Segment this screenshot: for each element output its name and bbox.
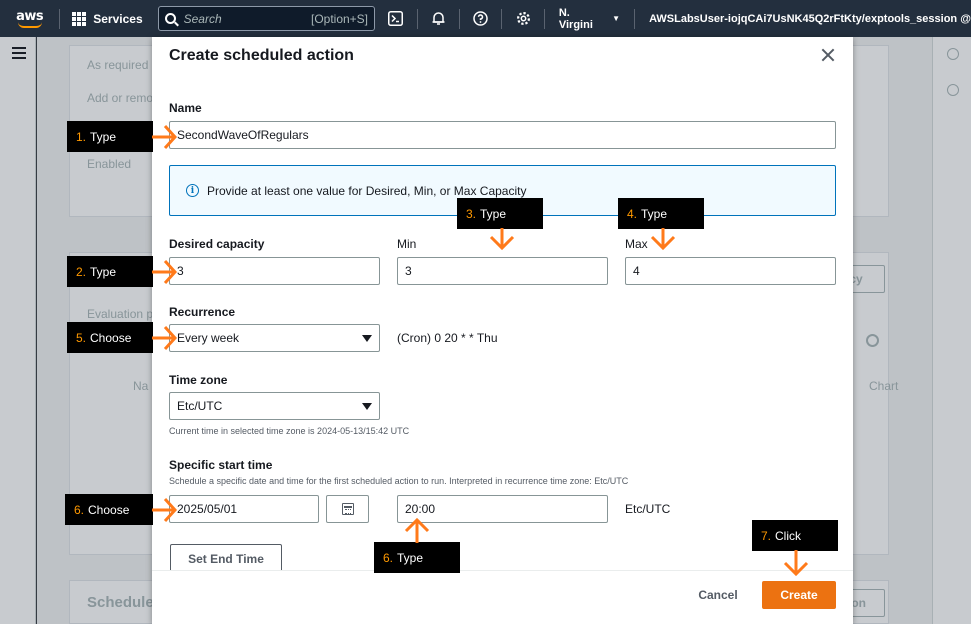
time-zone-hint: Current time in selected time zone is 20…: [169, 426, 410, 436]
aws-smile-icon: [17, 22, 42, 28]
caret-down-icon: [362, 334, 372, 342]
start-date-input[interactable]: [169, 495, 319, 523]
search-icon: [164, 13, 176, 24]
time-zone-label: Time zone: [169, 373, 228, 387]
arrow-right-icon: [152, 124, 178, 150]
max-input[interactable]: [625, 257, 836, 285]
cron-expression: (Cron) 0 20 * * Thu: [397, 331, 498, 345]
create-button[interactable]: Create: [762, 581, 836, 609]
gear-icon: [516, 11, 530, 26]
annotation-step-6-choose: 6. Choose: [65, 494, 153, 525]
region-selector[interactable]: N. Virgini ▼: [545, 7, 634, 31]
arrow-down-icon: [783, 550, 809, 577]
cloudshell-icon: [388, 11, 404, 26]
calendar-icon: [341, 503, 354, 515]
services-menu[interactable]: Services: [60, 11, 154, 26]
arrow-down-icon: [650, 228, 676, 251]
start-time-zone: Etc/UTC: [625, 502, 671, 516]
account-label: AWSLabsUser-iojqCAi7UsNK45Q2rFtKty/expto…: [649, 12, 971, 25]
arrow-right-icon: [152, 259, 178, 285]
recurrence-label: Recurrence: [169, 305, 236, 319]
annotation-step-3: 3. Type: [457, 198, 543, 229]
search-placeholder: Search: [183, 11, 222, 26]
max-label: Max: [625, 237, 648, 251]
info-text: Provide at least one value for Desired, …: [207, 183, 527, 198]
name-input[interactable]: [169, 121, 836, 149]
create-scheduled-action-modal: Create scheduled action Name i Provide a…: [152, 37, 853, 624]
bell-icon: [432, 12, 445, 25]
help-icon: [473, 11, 488, 26]
annotation-step-4: 4. Type: [618, 198, 704, 229]
cloudshell-button[interactable]: [375, 0, 416, 37]
settings-button[interactable]: [502, 0, 543, 37]
info-icon: i: [186, 184, 199, 197]
help-button[interactable]: [460, 0, 501, 37]
annotation-step-5: 5. Choose: [67, 322, 153, 353]
annotation-step-2: 2. Type: [67, 256, 153, 287]
close-icon[interactable]: [820, 47, 836, 63]
annotation-step-6-type: 6. Type: [374, 542, 460, 573]
calendar-button[interactable]: [326, 495, 369, 523]
region-label: N. Virgini: [558, 6, 593, 31]
desired-capacity-label: Desired capacity: [169, 237, 265, 251]
arrow-down-icon: [489, 228, 515, 251]
recurrence-select[interactable]: Every week: [169, 324, 380, 352]
search-shortcut: [Option+S]: [310, 11, 369, 26]
caret-down-icon: ▼: [612, 14, 621, 23]
modal-title: Create scheduled action: [169, 47, 354, 64]
account-menu[interactable]: AWSLabsUser-iojqCAi7UsNK45Q2rFtKty/expto…: [635, 13, 971, 25]
recurrence-value: Every week: [177, 331, 240, 345]
arrow-right-icon: [152, 497, 178, 523]
search-input[interactable]: Search [Option+S]: [157, 6, 376, 31]
caret-down-icon: [362, 402, 372, 410]
aws-logo[interactable]: aws: [0, 0, 59, 37]
services-label: Services: [93, 11, 143, 26]
time-zone-select[interactable]: Etc/UTC: [169, 392, 380, 420]
annotation-step-1: 1. Type: [67, 121, 153, 152]
annotation-step-7: 7. Click: [752, 520, 838, 551]
notifications-button[interactable]: [417, 0, 458, 37]
set-end-time-button[interactable]: Set End Time: [170, 544, 282, 573]
start-time-label: Specific start time: [169, 458, 273, 472]
cancel-button[interactable]: Cancel: [688, 581, 748, 608]
min-label: Min: [397, 237, 417, 251]
aws-logo-text: aws: [16, 8, 44, 24]
start-time-hint: Schedule a specific date and time for th…: [169, 476, 629, 486]
arrow-up-icon: [404, 517, 430, 543]
grid-icon: [72, 11, 87, 26]
name-label: Name: [169, 101, 202, 115]
min-input[interactable]: [397, 257, 608, 285]
top-navigation: aws Services Search [Option+S] N. Virgin…: [0, 0, 971, 37]
time-zone-value: Etc/UTC: [177, 399, 223, 413]
arrow-right-icon: [152, 325, 178, 351]
desired-capacity-input[interactable]: [169, 257, 380, 285]
